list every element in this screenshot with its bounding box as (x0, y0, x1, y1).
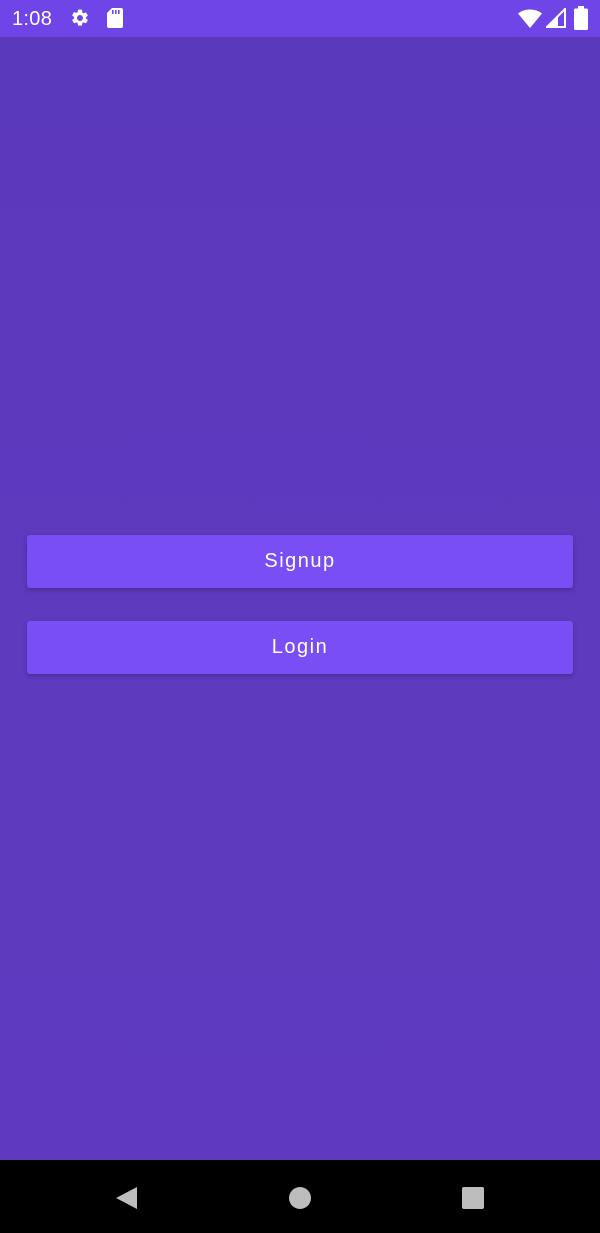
login-button[interactable]: Login (27, 621, 573, 674)
battery-icon (574, 6, 588, 30)
status-time: 1:08 (12, 8, 53, 30)
recents-icon[interactable] (460, 1185, 486, 1211)
signal-icon (546, 8, 566, 28)
back-icon[interactable] (113, 1185, 139, 1211)
main-content (0, 37, 600, 1160)
gear-icon (72, 9, 88, 26)
home-icon[interactable] (287, 1185, 313, 1211)
sd-card-icon (107, 8, 123, 28)
status-bar: 1:08 (0, 0, 600, 37)
signup-button[interactable]: Signup (27, 535, 573, 588)
wifi-icon (518, 9, 542, 28)
navigation-bar (0, 1160, 600, 1233)
